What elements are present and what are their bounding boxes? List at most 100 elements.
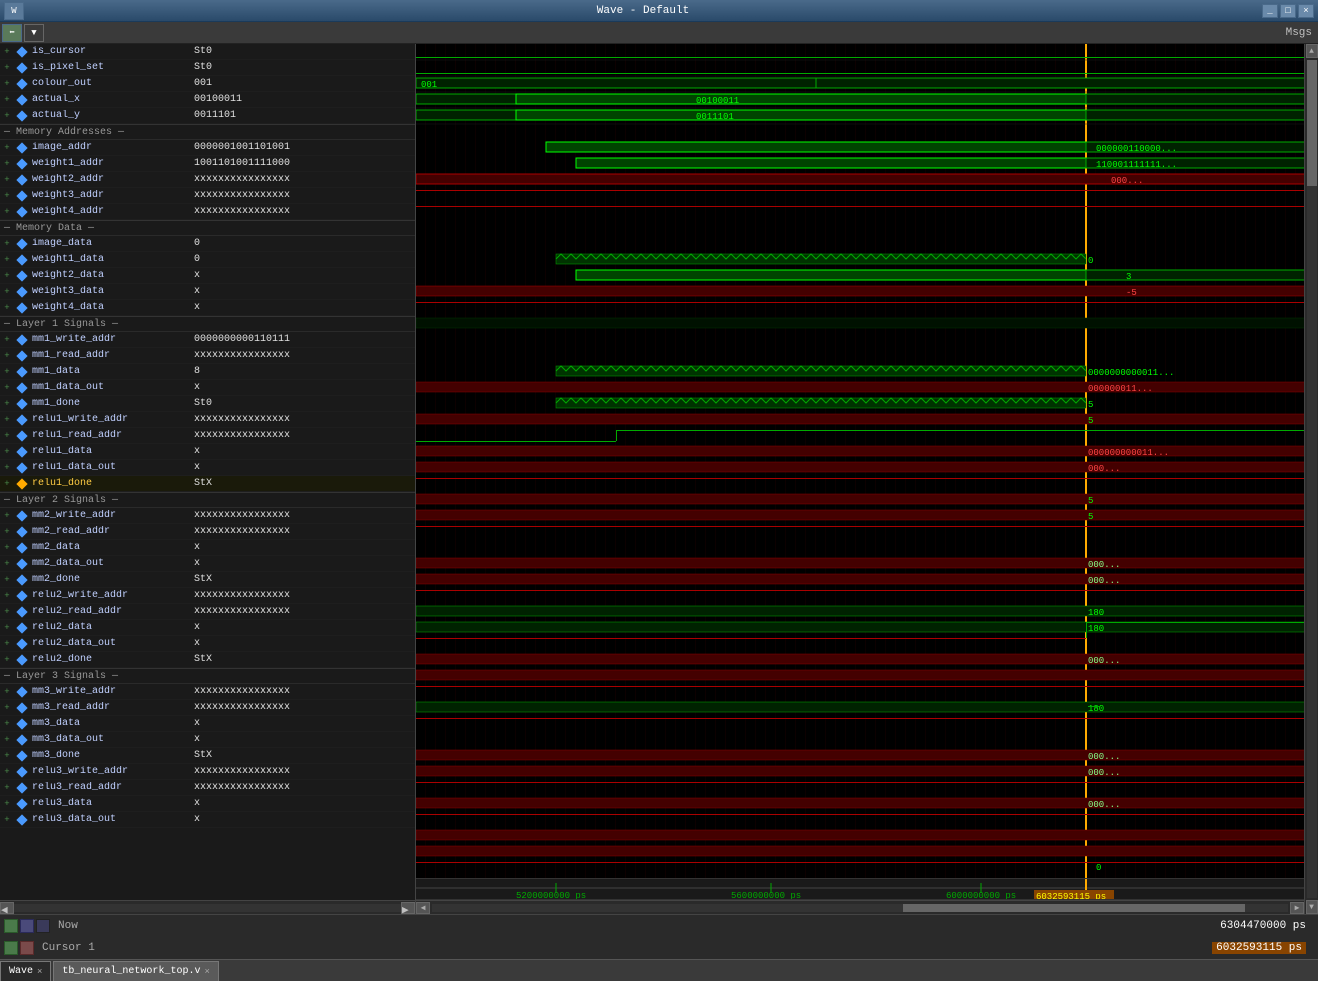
signal-row-mm3-write-addr[interactable]: + mm3_write_addr xxxxxxxxxxxxxxxx <box>0 684 415 700</box>
signal-row-image-data[interactable]: + image_data 0 <box>0 236 415 252</box>
signal-row-relu3-write-addr[interactable]: + relu3_write_addr xxxxxxxxxxxxxxxx <box>0 764 415 780</box>
expand-icon[interactable]: + <box>0 60 14 76</box>
signal-row-actual-y[interactable]: + actual_y 0011101 <box>0 108 415 124</box>
expand-icon[interactable]: + <box>0 252 14 268</box>
signal-row-mm1-data[interactable]: + mm1_data 8 <box>0 364 415 380</box>
expand-icon[interactable]: + <box>0 188 14 204</box>
expand-icon[interactable]: + <box>0 156 14 172</box>
minimize-button[interactable]: _ <box>1262 4 1278 18</box>
expand-icon[interactable]: + <box>0 108 14 124</box>
window-controls[interactable]: _ □ × <box>1262 4 1314 18</box>
expand-icon[interactable]: + <box>0 556 14 572</box>
waveform-canvas[interactable]: 001 00100011 0011101 <box>416 44 1304 878</box>
vscroll-up[interactable]: ▲ <box>1306 44 1318 58</box>
signal-row-relu3-read-addr[interactable]: + relu3_read_addr xxxxxxxxxxxxxxxx <box>0 780 415 796</box>
expand-icon[interactable]: + <box>0 428 14 444</box>
signal-row-relu1-done[interactable]: + relu1_done StX <box>0 476 415 492</box>
scroll-left-btn[interactable]: ◀ <box>0 902 14 914</box>
waveform-hscroll[interactable]: ◀ ▶ <box>416 900 1304 914</box>
vscroll-thumb[interactable] <box>1307 60 1317 186</box>
expand-icon[interactable]: + <box>0 348 14 364</box>
expand-icon[interactable]: + <box>0 396 14 412</box>
scroll-right-btn[interactable]: ▶ <box>401 902 415 914</box>
expand-icon[interactable]: + <box>0 44 14 60</box>
signal-row-mm2-data-out[interactable]: + mm2_data_out x <box>0 556 415 572</box>
signal-row-mm3-data[interactable]: + mm3_data x <box>0 716 415 732</box>
vscroll-track[interactable] <box>1307 60 1317 898</box>
signal-row-mm2-done[interactable]: + mm2_done StX <box>0 572 415 588</box>
expand-icon[interactable]: + <box>0 684 14 700</box>
close-button[interactable]: × <box>1298 4 1314 18</box>
expand-icon[interactable]: + <box>0 172 14 188</box>
signal-row-weight1-addr[interactable]: + weight1_addr 1001101001111000 <box>0 156 415 172</box>
expand-icon[interactable]: + <box>0 604 14 620</box>
expand-icon[interactable]: + <box>0 444 14 460</box>
left-hscroll[interactable]: ◀ ▶ <box>0 900 415 914</box>
toolbar-icon-2[interactable]: ▼ <box>24 24 44 42</box>
signal-row-relu2-done[interactable]: + relu2_done StX <box>0 652 415 668</box>
signal-row-weight2-data[interactable]: + weight2_data x <box>0 268 415 284</box>
signal-row-relu1-read-addr[interactable]: + relu1_read_addr xxxxxxxxxxxxxxxx <box>0 428 415 444</box>
hscroll-right[interactable]: ▶ <box>1290 902 1304 914</box>
signal-row-mm1-done[interactable]: + mm1_done St0 <box>0 396 415 412</box>
expand-icon[interactable]: + <box>0 700 14 716</box>
expand-icon[interactable]: + <box>0 716 14 732</box>
signal-row-mm3-read-addr[interactable]: + mm3_read_addr xxxxxxxxxxxxxxxx <box>0 700 415 716</box>
signal-row-mm3-data-out[interactable]: + mm3_data_out x <box>0 732 415 748</box>
expand-icon[interactable]: + <box>0 236 14 252</box>
expand-icon[interactable]: + <box>0 540 14 556</box>
signal-row-relu3-data-out[interactable]: + relu3_data_out x <box>0 812 415 828</box>
expand-icon[interactable]: + <box>0 412 14 428</box>
expand-icon[interactable]: + <box>0 588 14 604</box>
expand-icon[interactable]: + <box>0 748 14 764</box>
hscroll-track[interactable] <box>432 904 1288 912</box>
signal-row-relu2-write-addr[interactable]: + relu2_write_addr xxxxxxxxxxxxxxxx <box>0 588 415 604</box>
expand-icon[interactable]: + <box>0 652 14 668</box>
signal-row-relu2-data-out[interactable]: + relu2_data_out x <box>0 636 415 652</box>
expand-icon[interactable]: + <box>0 780 14 796</box>
expand-icon[interactable]: + <box>0 796 14 812</box>
signal-row-weight2-addr[interactable]: + weight2_addr xxxxxxxxxxxxxxxx <box>0 172 415 188</box>
signal-row-relu1-data-out[interactable]: + relu1_data_out x <box>0 460 415 476</box>
tab-neural-network[interactable]: tb_neural_network_top.v × <box>53 961 218 981</box>
expand-icon[interactable]: + <box>0 92 14 108</box>
expand-icon[interactable]: + <box>0 476 14 492</box>
signal-row-mm2-read-addr[interactable]: + mm2_read_addr xxxxxxxxxxxxxxxx <box>0 524 415 540</box>
signal-row-mm3-done[interactable]: + mm3_done StX <box>0 748 415 764</box>
expand-icon[interactable]: + <box>0 284 14 300</box>
signal-row-relu2-data[interactable]: + relu2_data x <box>0 620 415 636</box>
tab-wave-close[interactable]: × <box>37 967 42 977</box>
right-vscroll[interactable]: ▲ ▼ <box>1304 44 1318 914</box>
maximize-button[interactable]: □ <box>1280 4 1296 18</box>
signal-row-actual-x[interactable]: + actual_x 00100011 <box>0 92 415 108</box>
vscroll-down[interactable]: ▼ <box>1306 900 1318 914</box>
toolbar-icon-1[interactable]: ⬅ <box>2 24 22 42</box>
tab-wave[interactable]: Wave × <box>0 961 51 981</box>
expand-icon[interactable]: + <box>0 620 14 636</box>
signal-row-relu2-read-addr[interactable]: + relu2_read_addr xxxxxxxxxxxxxxxx <box>0 604 415 620</box>
signal-row-weight4-data[interactable]: + weight4_data x <box>0 300 415 316</box>
signal-row-weight3-addr[interactable]: + weight3_addr xxxxxxxxxxxxxxxx <box>0 188 415 204</box>
signal-row-relu3-data[interactable]: + relu3_data x <box>0 796 415 812</box>
expand-icon[interactable]: + <box>0 732 14 748</box>
signal-row-relu1-write-addr[interactable]: + relu1_write_addr xxxxxxxxxxxxxxxx <box>0 412 415 428</box>
signal-row-mm1-data-out[interactable]: + mm1_data_out x <box>0 380 415 396</box>
expand-icon[interactable]: + <box>0 204 14 220</box>
signal-row-mm2-data[interactable]: + mm2_data x <box>0 540 415 556</box>
expand-icon[interactable]: + <box>0 508 14 524</box>
expand-icon[interactable]: + <box>0 380 14 396</box>
expand-icon[interactable]: + <box>0 300 14 316</box>
signal-row-image-addr[interactable]: + image_addr 0000001001101001 <box>0 140 415 156</box>
tab-nn-close[interactable]: × <box>204 967 209 977</box>
expand-icon[interactable]: + <box>0 524 14 540</box>
expand-icon[interactable]: + <box>0 764 14 780</box>
signal-row-mm1-read-addr[interactable]: + mm1_read_addr xxxxxxxxxxxxxxxx <box>0 348 415 364</box>
expand-icon[interactable]: + <box>0 636 14 652</box>
expand-icon[interactable]: + <box>0 140 14 156</box>
signal-row-mm1-write-addr[interactable]: + mm1_write_addr 0000000000110111 <box>0 332 415 348</box>
signal-row-is-cursor[interactable]: + is_cursor St0 <box>0 44 415 60</box>
expand-icon[interactable]: + <box>0 572 14 588</box>
signal-row-is-pixel-set[interactable]: + is_pixel_set St0 <box>0 60 415 76</box>
signal-row-weight4-addr[interactable]: + weight4_addr xxxxxxxxxxxxxxxx <box>0 204 415 220</box>
expand-icon[interactable]: + <box>0 364 14 380</box>
